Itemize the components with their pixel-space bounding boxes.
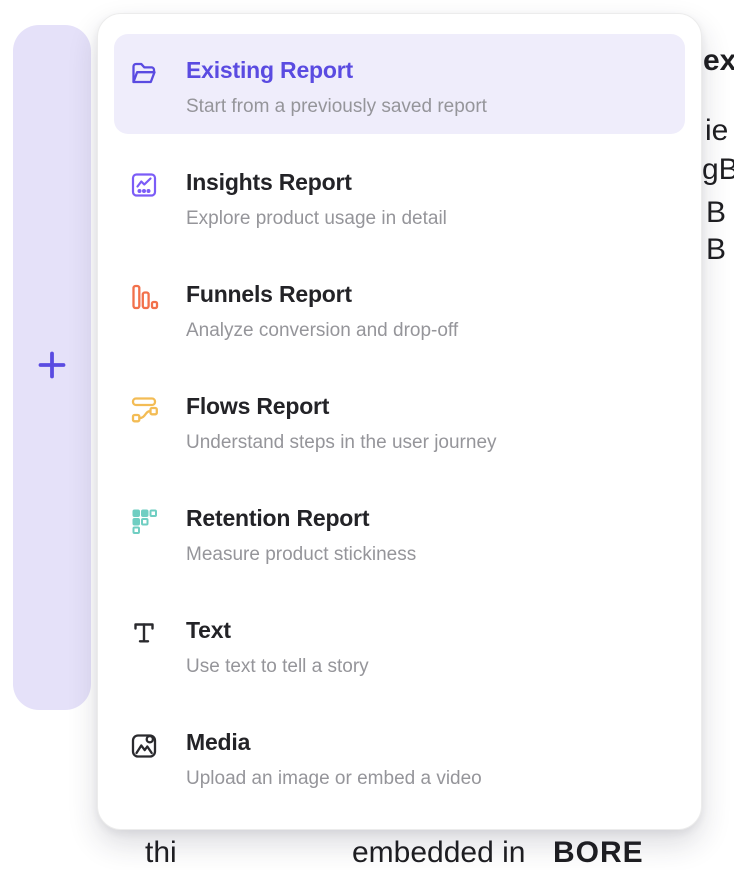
text-icon [129,618,159,648]
menu-item-subtitle: Measure product stickiness [186,543,416,567]
menu-item-flows-report[interactable]: Flows Report Understand steps in the use… [114,370,685,470]
menu-item-text[interactable]: Text Use text to tell a story [114,594,685,694]
menu-item-title: Insights Report [186,167,447,197]
flows-sankey-icon [129,394,159,424]
clipped-text-fragment: embedded in [352,836,525,870]
menu-item-subtitle: Start from a previously saved report [186,95,487,119]
menu-item-subtitle: Understand steps in the user journey [186,431,497,455]
clipped-text-fragment: B [706,233,726,267]
clipped-text-fragment: gB [702,153,734,187]
menu-item-title: Retention Report [186,503,416,533]
retention-grid-icon [129,506,159,536]
menu-item-retention-report[interactable]: Retention Report Measure product stickin… [114,482,685,582]
menu-item-existing-report[interactable]: Existing Report Start from a previously … [114,34,685,134]
menu-item-subtitle: Upload an image or embed a video [186,767,482,791]
menu-item-media[interactable]: Media Upload an image or embed a video [114,706,685,806]
menu-item-subtitle: Analyze conversion and drop-off [186,319,458,343]
clipped-text-fragment: B [706,196,726,230]
clipped-text-fragment: ex [703,44,734,78]
menu-item-subtitle: Use text to tell a story [186,655,369,679]
clipped-text-fragment: BORE [553,836,644,870]
clipped-text-fragment: ie [705,114,728,148]
funnel-bars-icon [129,282,159,312]
menu-item-subtitle: Explore product usage in detail [186,207,447,231]
menu-item-title: Text [186,615,369,645]
clipped-text-fragment: thi [145,836,177,870]
menu-item-title: Funnels Report [186,279,458,309]
menu-item-title: Media [186,727,482,757]
add-menu-popup: Existing Report Start from a previously … [97,13,702,830]
add-card-button[interactable] [13,25,91,710]
menu-item-title: Existing Report [186,55,487,85]
menu-item-title: Flows Report [186,391,497,421]
folder-open-icon [129,58,159,88]
plus-icon [32,345,72,390]
menu-item-funnels-report[interactable]: Funnels Report Analyze conversion and dr… [114,258,685,358]
menu-item-insights-report[interactable]: Insights Report Explore product usage in… [114,146,685,246]
media-image-icon [129,730,159,760]
insights-chart-icon [129,170,159,200]
